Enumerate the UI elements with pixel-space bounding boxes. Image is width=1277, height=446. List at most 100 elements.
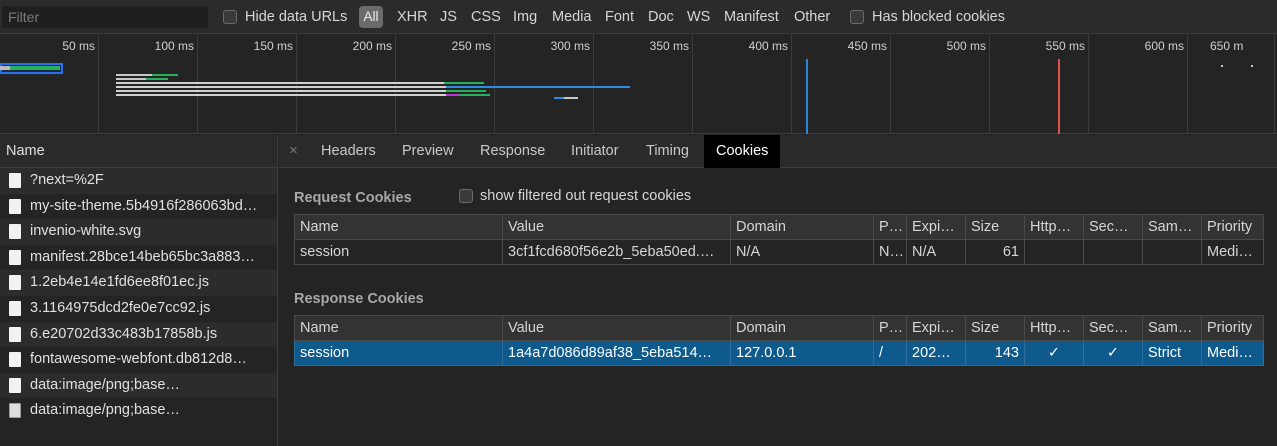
request-row[interactable]: ?next=%2F — [0, 168, 277, 194]
column-header[interactable]: Sec… — [1083, 214, 1143, 240]
cookie-size: 61 — [965, 239, 1025, 265]
image-icon — [9, 403, 21, 419]
timeline-tick: 150 ms — [253, 39, 293, 53]
request-name: ?next=%2F — [30, 172, 104, 188]
column-header[interactable]: Priority — [1201, 214, 1264, 240]
filter-type-img[interactable]: Img — [513, 9, 537, 25]
column-header[interactable]: Sec… — [1083, 315, 1143, 341]
dom-content-loaded-marker — [806, 59, 808, 134]
timeline-gridline — [692, 34, 693, 134]
column-header[interactable]: Http… — [1024, 214, 1084, 240]
document-icon — [9, 224, 21, 240]
filter-type-js[interactable]: JS — [440, 9, 457, 25]
column-header[interactable]: Value — [502, 315, 731, 341]
timeline-tick: 650 m — [1210, 39, 1244, 53]
column-header[interactable]: Expi… — [906, 315, 966, 341]
timeline-gridline — [296, 34, 297, 134]
request-row[interactable]: manifest.28bce14beb65bc3a883… — [0, 245, 277, 271]
filter-input[interactable] — [2, 6, 208, 28]
cookie-name: session — [294, 340, 503, 366]
column-header[interactable]: Domain — [730, 214, 874, 240]
timeline-gridline — [791, 34, 792, 134]
filter-type-doc[interactable]: Doc — [648, 9, 674, 25]
timeline-bar-download — [10, 66, 60, 70]
column-header[interactable]: P… — [873, 315, 907, 341]
cookie-httponly: ✓ — [1024, 340, 1084, 366]
cookie-domain: N/A — [730, 239, 874, 265]
filter-type-xhr[interactable]: XHR — [397, 9, 428, 25]
document-icon — [9, 249, 21, 265]
tab-preview[interactable]: Preview — [402, 135, 454, 168]
column-header[interactable]: Priority — [1201, 315, 1264, 341]
filter-type-ws[interactable]: WS — [687, 9, 710, 25]
column-header[interactable]: Sam… — [1142, 315, 1202, 341]
timeline-bar — [446, 94, 460, 96]
request-name: 1.2eb4e14e1fd6ee8f01ec.js — [30, 274, 209, 291]
cookie-path: N… — [873, 239, 907, 265]
name-column-header[interactable]: Name — [0, 135, 277, 168]
timeline-bar — [116, 86, 446, 88]
timeline-gridline — [593, 34, 594, 134]
filter-type-font[interactable]: Font — [605, 9, 634, 25]
request-row[interactable]: fontawesome-webfont.db812d8… — [0, 347, 277, 373]
filter-type-other[interactable]: Other — [794, 9, 830, 25]
column-header[interactable]: P… — [873, 214, 907, 240]
filter-type-manifest[interactable]: Manifest — [724, 9, 779, 25]
column-header[interactable]: Expi… — [906, 214, 966, 240]
timeline-gridline — [395, 34, 396, 134]
timeline-bar-waiting — [0, 66, 10, 70]
request-detail-panel: × Headers Preview Response Initiator Tim… — [279, 135, 1277, 446]
column-header[interactable]: Size — [965, 214, 1025, 240]
filter-type-media[interactable]: Media — [552, 9, 592, 25]
request-name: 3.1164975dcd2fe0e7cc92.js — [30, 299, 211, 316]
column-header[interactable]: Sam… — [1142, 214, 1202, 240]
tab-headers[interactable]: Headers — [321, 135, 376, 168]
response-cookies-title: Response Cookies — [294, 291, 424, 307]
hide-data-urls-checkbox[interactable] — [223, 10, 237, 24]
cookie-value: 3cf1fcd680f56e2b_5eba50ed.… — [502, 239, 731, 265]
timeline-gridline — [494, 34, 495, 134]
column-header[interactable]: Name — [294, 315, 503, 341]
request-row[interactable]: 3.1164975dcd2fe0e7cc92.js — [0, 296, 277, 322]
tab-timing[interactable]: Timing — [646, 135, 689, 168]
has-blocked-cookies-checkbox[interactable] — [850, 10, 864, 24]
tab-response[interactable]: Response — [480, 135, 545, 168]
timeline-bar — [146, 78, 168, 80]
request-row[interactable]: my-site-theme.5b4916f286063bd… — [0, 194, 277, 220]
request-row[interactable]: data:image/png;base… — [0, 398, 277, 424]
tab-cookies[interactable]: Cookies — [704, 135, 781, 168]
request-row[interactable]: 1.2eb4e14e1fd6ee8f01ec.js — [0, 270, 277, 296]
cookie-secure: ✓ — [1083, 340, 1143, 366]
request-row[interactable]: data:image/png;base… — [0, 372, 277, 399]
timeline-bar — [152, 74, 178, 76]
table-row-selected[interactable]: session 1a4a7d086d89af38_5eba514… 127.0.… — [294, 340, 1264, 366]
filter-type-all[interactable]: All — [359, 6, 383, 28]
column-header[interactable]: Size — [965, 315, 1025, 341]
filter-type-css[interactable]: CSS — [471, 9, 501, 25]
request-row[interactable]: 6.e20702d33c483b17858b.js — [0, 321, 277, 348]
timeline-tick: 200 ms — [352, 39, 392, 53]
timeline-gridline — [1088, 34, 1089, 134]
request-name: my-site-theme.5b4916f286063bd… — [30, 197, 258, 214]
timeline-tick: 500 ms — [946, 39, 986, 53]
column-header[interactable]: Value — [502, 214, 731, 240]
cookie-secure — [1083, 239, 1143, 265]
table-row[interactable]: session 3cf1fcd680f56e2b_5eba50ed.… N/A … — [294, 239, 1264, 265]
document-icon — [9, 300, 21, 316]
network-overview-timeline[interactable]: 50 ms 100 ms 150 ms 200 ms 250 ms 300 ms… — [0, 34, 1277, 134]
cookie-domain: 127.0.0.1 — [730, 340, 874, 366]
cookie-name: session — [294, 239, 503, 265]
timeline-tick: 450 ms — [847, 39, 887, 53]
tab-initiator[interactable]: Initiator — [571, 135, 619, 168]
column-header[interactable]: Http… — [1024, 315, 1084, 341]
column-header[interactable]: Name — [294, 214, 503, 240]
close-icon[interactable]: × — [289, 142, 298, 159]
timeline-tick: 600 ms — [1144, 39, 1184, 53]
cookie-path: / — [873, 340, 907, 366]
column-header[interactable]: Domain — [730, 315, 874, 341]
timeline-bar — [444, 82, 484, 84]
timeline-bar — [1221, 65, 1223, 67]
document-icon — [9, 377, 21, 393]
show-filtered-cookies-checkbox[interactable] — [459, 189, 473, 203]
request-row[interactable]: invenio-white.svg — [0, 219, 277, 245]
